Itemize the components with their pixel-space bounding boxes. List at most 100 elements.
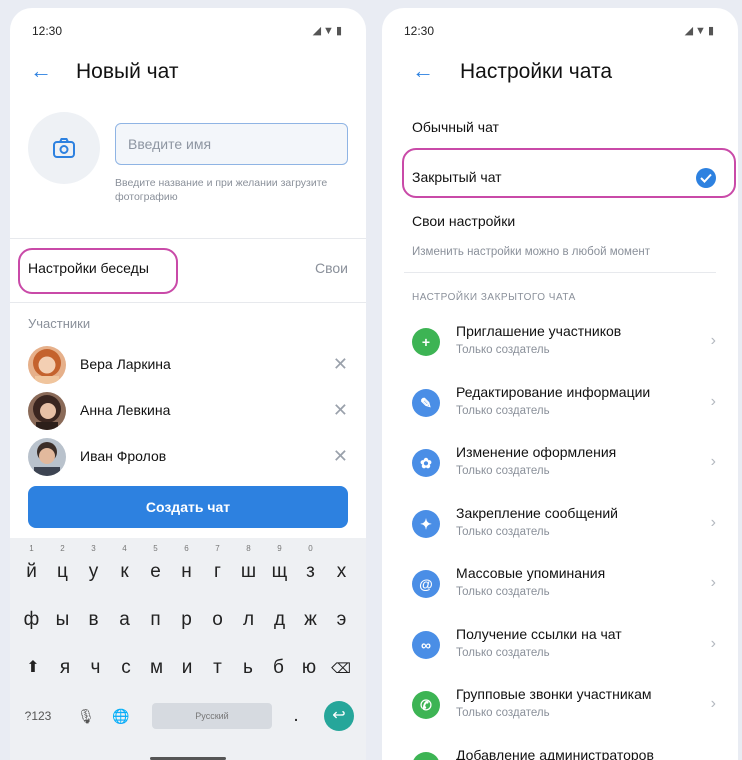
- setting-row[interactable]: • Добавление администраторов ›: [382, 738, 738, 760]
- setting-icon: ✎: [412, 388, 440, 417]
- chat-settings-label: Настройки беседы: [28, 260, 149, 276]
- setting-icon: •: [412, 751, 440, 760]
- keyboard-key[interactable]: 9щ: [264, 544, 295, 592]
- mic-icon[interactable]: 🎙: [74, 696, 98, 736]
- keyboard-key[interactable]: 6н: [171, 544, 202, 592]
- chat-name-input[interactable]: [115, 123, 348, 165]
- key-label: е: [150, 561, 161, 582]
- close-icon[interactable]: ✕: [333, 354, 348, 375]
- setting-row[interactable]: ✦ Закрепление сообщений Только создатель ›: [382, 496, 738, 556]
- keyboard-key[interactable]: ю: [294, 648, 324, 688]
- key-label: щ: [271, 561, 288, 582]
- key-number-hint: 8: [246, 544, 251, 553]
- setting-subtitle: Только создатель: [456, 707, 550, 719]
- key-number-hint: 7: [215, 544, 220, 553]
- keyboard-key[interactable]: ь: [233, 648, 263, 688]
- close-icon[interactable]: ✕: [333, 446, 348, 467]
- keyboard-row: 1й2ц3у4к5е6н7г8ш9щ0зх: [16, 544, 360, 592]
- keyboard-key[interactable]: ф: [16, 600, 47, 640]
- backspace-key[interactable]: ⌫: [326, 648, 356, 688]
- participant-name: Вера Ларкина: [80, 356, 171, 372]
- chevron-right-icon: ›: [710, 634, 716, 652]
- avatar: [28, 392, 66, 430]
- keyboard-key[interactable]: р: [171, 600, 202, 640]
- setting-title: Закрепление сообщений: [456, 504, 618, 521]
- setting-subtitle: Только создатель: [456, 344, 550, 356]
- key-label: к: [120, 561, 129, 582]
- close-icon[interactable]: ✕: [333, 400, 348, 421]
- keyboard-key[interactable]: 0з: [295, 544, 326, 592]
- chevron-right-icon: ›: [710, 574, 716, 591]
- status-bar: 12:30 ◢▼▮: [32, 24, 344, 40]
- keyboard-key[interactable]: 2ц: [47, 544, 78, 592]
- key-number-hint: 3: [91, 544, 96, 553]
- setting-icon: ✦: [412, 509, 440, 538]
- photo-upload-button[interactable]: [28, 112, 100, 184]
- keyboard-key[interactable]: б: [264, 648, 294, 688]
- globe-icon[interactable]: 🌐: [108, 696, 134, 736]
- setting-subtitle: Только создатель: [456, 525, 550, 538]
- options-hint: Изменить настройки можно в любой момент: [412, 246, 650, 258]
- key-number-hint: 6: [184, 544, 189, 553]
- key-label: г: [214, 561, 221, 582]
- keyboard-key[interactable]: в: [78, 600, 109, 640]
- chat-settings-screen: 12:30 ◢▼▮ ← Настройки чата Обычный чат З…: [382, 8, 738, 760]
- keyboard-key[interactable]: ж: [295, 600, 326, 640]
- keyboard-key[interactable]: с: [111, 648, 141, 688]
- status-icons: ◢▼▮: [312, 25, 344, 37]
- keyboard-key[interactable]: ы: [47, 600, 78, 640]
- keyboard-key[interactable]: л: [233, 600, 264, 640]
- setting-icon: ✿: [412, 449, 440, 477]
- divider: [10, 302, 366, 303]
- space-key[interactable]: Русский: [152, 703, 272, 729]
- participant-name: Иван Фролов: [80, 448, 167, 464]
- participant-row: Иван Фролов ✕: [10, 434, 366, 480]
- setting-title: Добавление администраторов: [456, 746, 654, 760]
- status-bar: 12:30 ◢▼▮: [404, 24, 716, 40]
- setting-row[interactable]: ✎ Редактирование информации Только создате…: [382, 375, 738, 435]
- keyboard-key[interactable]: 1й: [16, 544, 47, 592]
- back-arrow-icon[interactable]: ←: [30, 60, 54, 84]
- back-arrow-icon[interactable]: ←: [412, 60, 436, 84]
- keyboard-key[interactable]: и: [172, 648, 202, 688]
- key-number-hint: 2: [60, 544, 65, 553]
- keyboard-key[interactable]: ч: [81, 648, 111, 688]
- participants-title: Участники: [28, 316, 91, 331]
- keyboard-key[interactable]: 3у: [78, 544, 109, 592]
- setting-row[interactable]: + Приглашение участников Только создатель ›: [382, 314, 738, 374]
- keyboard-key[interactable]: х: [326, 552, 357, 592]
- option-custom-settings[interactable]: Свои настройки: [382, 200, 738, 244]
- key-number-hint: 0: [308, 544, 313, 553]
- keyboard-key[interactable]: о: [202, 600, 233, 640]
- shift-key[interactable]: ⬆: [18, 648, 48, 688]
- setting-row[interactable]: ✿ Изменение оформления Только создатель ›: [382, 435, 738, 495]
- keyboard-key[interactable]: 7г: [202, 544, 233, 592]
- divider: [10, 238, 366, 239]
- option-regular-chat[interactable]: Обычный чат: [382, 106, 738, 150]
- keyboard-key[interactable]: 8ш: [233, 544, 264, 592]
- numbers-key[interactable]: ?123: [18, 696, 58, 736]
- keyboard-key[interactable]: п: [140, 600, 171, 640]
- option-private-chat[interactable]: Закрытый чат: [382, 148, 738, 200]
- status-icons: ◢▼▮: [684, 25, 716, 37]
- check-icon: [696, 168, 716, 188]
- keyboard-key[interactable]: д: [264, 600, 295, 640]
- setting-row[interactable]: @ Массовые упоминания Только создатель ›: [382, 556, 738, 616]
- keyboard-key[interactable]: э: [326, 600, 357, 640]
- chat-settings-row[interactable]: Настройки беседы Свои: [10, 244, 366, 296]
- setting-subtitle: Только создатель: [456, 404, 550, 417]
- key-number-hint: 1: [29, 544, 34, 553]
- period-key[interactable]: .: [286, 696, 306, 736]
- keyboard-key[interactable]: т: [203, 648, 233, 688]
- keyboard-key[interactable]: 5е: [140, 544, 171, 592]
- keyboard-key[interactable]: а: [109, 600, 140, 640]
- setting-row[interactable]: ∞ Получение ссылки на чат Только создатель…: [382, 617, 738, 677]
- keyboard-key[interactable]: 4к: [109, 544, 140, 592]
- keyboard-key[interactable]: я: [50, 648, 80, 688]
- setting-row[interactable]: ✆ Групповые звонки участникам Только созда…: [382, 677, 738, 737]
- key-number-hint: 5: [153, 544, 158, 553]
- chevron-right-icon: ›: [710, 453, 716, 470]
- keyboard-key[interactable]: м: [142, 648, 172, 688]
- create-chat-button[interactable]: Создать чат: [28, 486, 348, 528]
- enter-key[interactable]: ↩: [324, 701, 354, 731]
